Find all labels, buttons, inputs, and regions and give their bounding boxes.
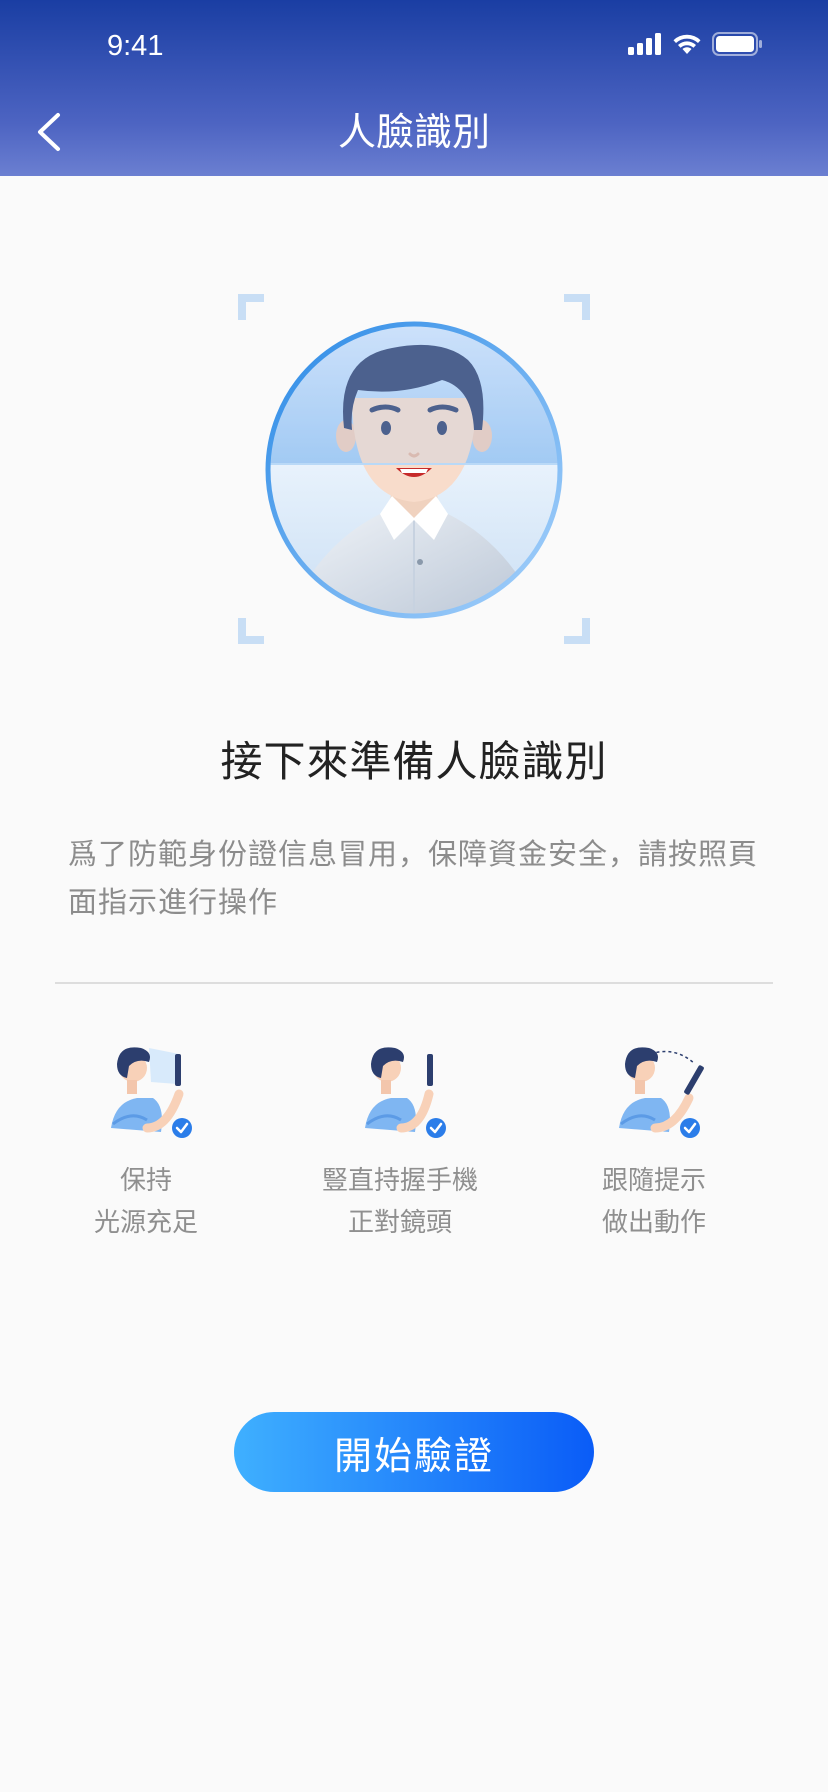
tip-label-line1: 保持 [119,1166,172,1196]
person-with-light-icon [111,1047,192,1138]
face-scan-frame [238,294,590,644]
frame-corner [564,294,590,320]
tips-section: 保持 光源充足 豎直持握手機 正對鏡頭 跟隨提示 做出動作 [0,1036,828,1256]
status-icons [628,32,762,56]
tip-lighting: 保持 光源充足 [21,1036,271,1244]
tip-follow-prompts: 跟隨提示 做出動作 [529,1036,779,1244]
wifi-icon [673,34,701,54]
instruction-description: 爲了防範身份證信息冒用，保障資金安全，請按照頁面指示進行操作 [68,837,759,919]
tip-label-line2: 光源充足 [93,1208,198,1238]
battery-icon [712,32,762,56]
tip-label-line2: 做出動作 [601,1208,706,1238]
tip-label-line1: 跟隨提示 [601,1166,706,1196]
status-time: 9:41 [107,30,164,62]
divider [55,982,773,984]
start-verification-button[interactable]: 開始驗證 [234,1412,594,1492]
app-header: 9:41 人臉識別 [0,0,828,176]
person-moving-phone-icon [619,1047,704,1138]
instruction-title: 接下來準備人臉識別 [220,737,608,786]
face-avatar-illustration [265,321,563,619]
frame-corner [238,618,264,644]
frame-corner [564,618,590,644]
cellular-signal-icon [628,33,661,55]
page-title: 人臉識別 [337,110,490,154]
frame-corner [238,294,264,320]
tip-label-line1: 豎直持握手機 [321,1166,478,1196]
person-holding-phone-icon [365,1047,446,1138]
tip-hold-phone: 豎直持握手機 正對鏡頭 [275,1036,525,1244]
tip-label-line2: 正對鏡頭 [347,1208,452,1238]
